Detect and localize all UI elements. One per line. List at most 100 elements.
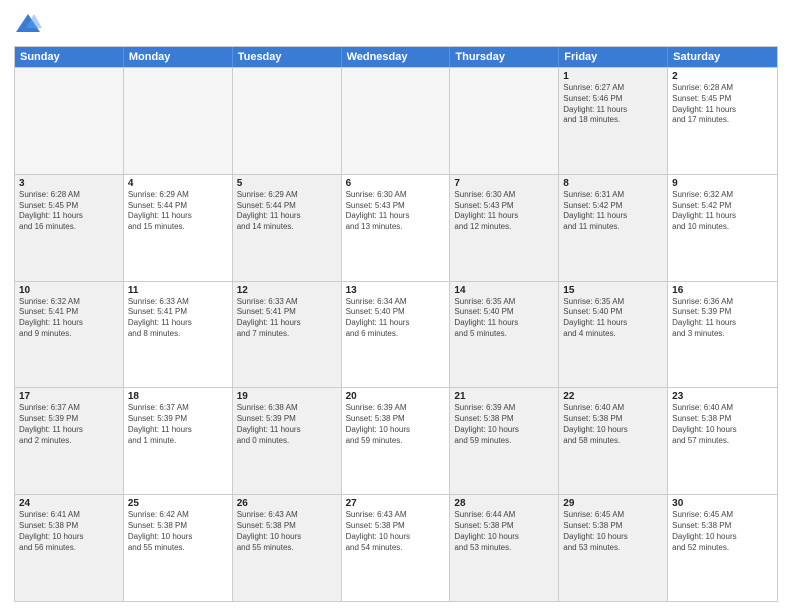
day-info: Sunrise: 6:30 AM Sunset: 5:43 PM Dayligh… bbox=[346, 190, 446, 233]
day-info: Sunrise: 6:33 AM Sunset: 5:41 PM Dayligh… bbox=[128, 297, 228, 340]
cal-cell: 8Sunrise: 6:31 AM Sunset: 5:42 PM Daylig… bbox=[559, 175, 668, 281]
cal-cell: 23Sunrise: 6:40 AM Sunset: 5:38 PM Dayli… bbox=[668, 388, 777, 494]
cal-header-sunday: Sunday bbox=[15, 47, 124, 67]
day-info: Sunrise: 6:31 AM Sunset: 5:42 PM Dayligh… bbox=[563, 190, 663, 233]
cal-cell: 22Sunrise: 6:40 AM Sunset: 5:38 PM Dayli… bbox=[559, 388, 668, 494]
day-number: 22 bbox=[563, 391, 663, 402]
cal-cell: 16Sunrise: 6:36 AM Sunset: 5:39 PM Dayli… bbox=[668, 282, 777, 388]
calendar-body: 1Sunrise: 6:27 AM Sunset: 5:46 PM Daylig… bbox=[15, 67, 777, 601]
cal-header-thursday: Thursday bbox=[450, 47, 559, 67]
day-number: 26 bbox=[237, 498, 337, 509]
cal-header-tuesday: Tuesday bbox=[233, 47, 342, 67]
cal-cell bbox=[450, 68, 559, 174]
day-number: 1 bbox=[563, 71, 663, 82]
day-info: Sunrise: 6:37 AM Sunset: 5:39 PM Dayligh… bbox=[19, 403, 119, 446]
day-info: Sunrise: 6:40 AM Sunset: 5:38 PM Dayligh… bbox=[563, 403, 663, 446]
cal-cell: 19Sunrise: 6:38 AM Sunset: 5:39 PM Dayli… bbox=[233, 388, 342, 494]
day-info: Sunrise: 6:37 AM Sunset: 5:39 PM Dayligh… bbox=[128, 403, 228, 446]
day-number: 29 bbox=[563, 498, 663, 509]
cal-cell: 20Sunrise: 6:39 AM Sunset: 5:38 PM Dayli… bbox=[342, 388, 451, 494]
calendar: SundayMondayTuesdayWednesdayThursdayFrid… bbox=[14, 46, 778, 602]
day-info: Sunrise: 6:35 AM Sunset: 5:40 PM Dayligh… bbox=[454, 297, 554, 340]
day-number: 14 bbox=[454, 285, 554, 296]
day-number: 28 bbox=[454, 498, 554, 509]
cal-cell: 27Sunrise: 6:43 AM Sunset: 5:38 PM Dayli… bbox=[342, 495, 451, 601]
cal-cell: 9Sunrise: 6:32 AM Sunset: 5:42 PM Daylig… bbox=[668, 175, 777, 281]
cal-cell: 13Sunrise: 6:34 AM Sunset: 5:40 PM Dayli… bbox=[342, 282, 451, 388]
cal-week-5: 24Sunrise: 6:41 AM Sunset: 5:38 PM Dayli… bbox=[15, 494, 777, 601]
cal-week-2: 3Sunrise: 6:28 AM Sunset: 5:45 PM Daylig… bbox=[15, 174, 777, 281]
day-info: Sunrise: 6:28 AM Sunset: 5:45 PM Dayligh… bbox=[19, 190, 119, 233]
cal-cell: 4Sunrise: 6:29 AM Sunset: 5:44 PM Daylig… bbox=[124, 175, 233, 281]
day-info: Sunrise: 6:38 AM Sunset: 5:39 PM Dayligh… bbox=[237, 403, 337, 446]
day-number: 21 bbox=[454, 391, 554, 402]
cal-week-4: 17Sunrise: 6:37 AM Sunset: 5:39 PM Dayli… bbox=[15, 387, 777, 494]
logo-area bbox=[14, 10, 46, 38]
day-info: Sunrise: 6:29 AM Sunset: 5:44 PM Dayligh… bbox=[237, 190, 337, 233]
page: SundayMondayTuesdayWednesdayThursdayFrid… bbox=[0, 0, 792, 612]
day-number: 3 bbox=[19, 178, 119, 189]
day-info: Sunrise: 6:34 AM Sunset: 5:40 PM Dayligh… bbox=[346, 297, 446, 340]
day-info: Sunrise: 6:27 AM Sunset: 5:46 PM Dayligh… bbox=[563, 83, 663, 126]
day-number: 24 bbox=[19, 498, 119, 509]
cal-week-1: 1Sunrise: 6:27 AM Sunset: 5:46 PM Daylig… bbox=[15, 67, 777, 174]
cal-cell: 15Sunrise: 6:35 AM Sunset: 5:40 PM Dayli… bbox=[559, 282, 668, 388]
cal-cell: 17Sunrise: 6:37 AM Sunset: 5:39 PM Dayli… bbox=[15, 388, 124, 494]
day-info: Sunrise: 6:36 AM Sunset: 5:39 PM Dayligh… bbox=[672, 297, 773, 340]
cal-cell bbox=[342, 68, 451, 174]
day-number: 23 bbox=[672, 391, 773, 402]
day-number: 27 bbox=[346, 498, 446, 509]
day-info: Sunrise: 6:40 AM Sunset: 5:38 PM Dayligh… bbox=[672, 403, 773, 446]
day-number: 16 bbox=[672, 285, 773, 296]
logo-icon bbox=[14, 10, 42, 38]
day-number: 18 bbox=[128, 391, 228, 402]
cal-cell: 30Sunrise: 6:45 AM Sunset: 5:38 PM Dayli… bbox=[668, 495, 777, 601]
cal-header-wednesday: Wednesday bbox=[342, 47, 451, 67]
cal-cell: 12Sunrise: 6:33 AM Sunset: 5:41 PM Dayli… bbox=[233, 282, 342, 388]
cal-cell: 5Sunrise: 6:29 AM Sunset: 5:44 PM Daylig… bbox=[233, 175, 342, 281]
cal-cell: 26Sunrise: 6:43 AM Sunset: 5:38 PM Dayli… bbox=[233, 495, 342, 601]
day-info: Sunrise: 6:41 AM Sunset: 5:38 PM Dayligh… bbox=[19, 510, 119, 553]
day-number: 5 bbox=[237, 178, 337, 189]
day-number: 17 bbox=[19, 391, 119, 402]
cal-cell: 14Sunrise: 6:35 AM Sunset: 5:40 PM Dayli… bbox=[450, 282, 559, 388]
cal-week-3: 10Sunrise: 6:32 AM Sunset: 5:41 PM Dayli… bbox=[15, 281, 777, 388]
day-info: Sunrise: 6:28 AM Sunset: 5:45 PM Dayligh… bbox=[672, 83, 773, 126]
day-info: Sunrise: 6:45 AM Sunset: 5:38 PM Dayligh… bbox=[672, 510, 773, 553]
cal-cell: 18Sunrise: 6:37 AM Sunset: 5:39 PM Dayli… bbox=[124, 388, 233, 494]
day-info: Sunrise: 6:33 AM Sunset: 5:41 PM Dayligh… bbox=[237, 297, 337, 340]
day-info: Sunrise: 6:43 AM Sunset: 5:38 PM Dayligh… bbox=[237, 510, 337, 553]
cal-cell: 21Sunrise: 6:39 AM Sunset: 5:38 PM Dayli… bbox=[450, 388, 559, 494]
cal-cell bbox=[233, 68, 342, 174]
cal-cell: 2Sunrise: 6:28 AM Sunset: 5:45 PM Daylig… bbox=[668, 68, 777, 174]
cal-cell: 6Sunrise: 6:30 AM Sunset: 5:43 PM Daylig… bbox=[342, 175, 451, 281]
day-number: 10 bbox=[19, 285, 119, 296]
day-info: Sunrise: 6:39 AM Sunset: 5:38 PM Dayligh… bbox=[346, 403, 446, 446]
day-info: Sunrise: 6:35 AM Sunset: 5:40 PM Dayligh… bbox=[563, 297, 663, 340]
day-number: 12 bbox=[237, 285, 337, 296]
calendar-header-row: SundayMondayTuesdayWednesdayThursdayFrid… bbox=[15, 47, 777, 67]
cal-header-saturday: Saturday bbox=[668, 47, 777, 67]
day-info: Sunrise: 6:44 AM Sunset: 5:38 PM Dayligh… bbox=[454, 510, 554, 553]
cal-cell: 10Sunrise: 6:32 AM Sunset: 5:41 PM Dayli… bbox=[15, 282, 124, 388]
day-number: 25 bbox=[128, 498, 228, 509]
day-number: 11 bbox=[128, 285, 228, 296]
day-number: 30 bbox=[672, 498, 773, 509]
day-info: Sunrise: 6:29 AM Sunset: 5:44 PM Dayligh… bbox=[128, 190, 228, 233]
day-info: Sunrise: 6:30 AM Sunset: 5:43 PM Dayligh… bbox=[454, 190, 554, 233]
day-number: 8 bbox=[563, 178, 663, 189]
cal-cell bbox=[124, 68, 233, 174]
cal-header-friday: Friday bbox=[559, 47, 668, 67]
day-info: Sunrise: 6:45 AM Sunset: 5:38 PM Dayligh… bbox=[563, 510, 663, 553]
cal-cell bbox=[15, 68, 124, 174]
day-number: 7 bbox=[454, 178, 554, 189]
day-number: 4 bbox=[128, 178, 228, 189]
day-number: 6 bbox=[346, 178, 446, 189]
day-number: 15 bbox=[563, 285, 663, 296]
day-info: Sunrise: 6:39 AM Sunset: 5:38 PM Dayligh… bbox=[454, 403, 554, 446]
header bbox=[14, 10, 778, 38]
day-number: 2 bbox=[672, 71, 773, 82]
day-number: 20 bbox=[346, 391, 446, 402]
cal-cell: 3Sunrise: 6:28 AM Sunset: 5:45 PM Daylig… bbox=[15, 175, 124, 281]
cal-cell: 7Sunrise: 6:30 AM Sunset: 5:43 PM Daylig… bbox=[450, 175, 559, 281]
